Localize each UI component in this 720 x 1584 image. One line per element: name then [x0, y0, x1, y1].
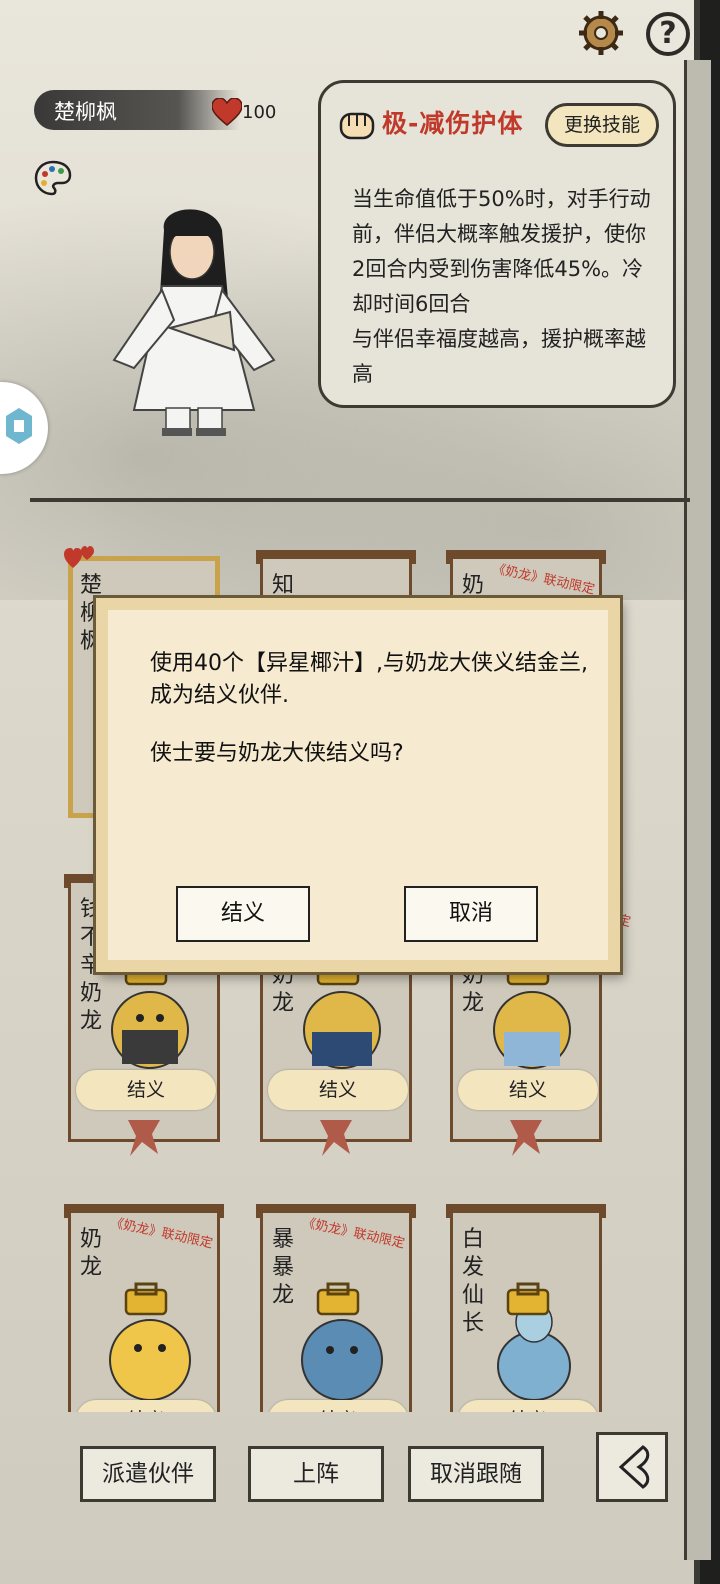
section-divider: [30, 498, 690, 502]
deploy-button[interactable]: 上阵: [248, 1446, 384, 1502]
lock-icon: [506, 1282, 550, 1316]
partner-card[interactable]: 暴暴龙 《奶龙》联动限定 结义: [256, 1204, 416, 1412]
character-name: 楚柳枫: [54, 100, 117, 124]
hero-portrait: [112, 209, 276, 436]
lock-icon: [316, 1282, 360, 1316]
partner-card[interactable]: 奶龙 《奶龙》联动限定 结义: [64, 1204, 224, 1412]
change-skill-button[interactable]: 更换技能: [545, 103, 659, 147]
skill-title: 极-减伤护体: [382, 109, 524, 138]
cancel-follow-button[interactable]: 取消跟随: [408, 1446, 544, 1502]
dialog-cancel-button[interactable]: 取消: [404, 886, 538, 942]
partner-list-scroll-area[interactable]: 奶龙 《奶龙》联动限定 结义 暴暴龙 《奶龙》联动限定 结义 白发仙长: [0, 1186, 694, 1412]
help-icon[interactable]: ?: [646, 12, 690, 56]
ribbon-icon: [510, 1120, 542, 1156]
heart-icon: [212, 98, 242, 126]
lock-icon: [124, 1282, 168, 1316]
sworn-brother-button[interactable]: 结义: [458, 1070, 598, 1110]
card-name: 知: [272, 573, 295, 598]
side-tab-icon: [6, 408, 32, 444]
sworn-brother-button[interactable]: 结义: [458, 1400, 598, 1412]
partner-card[interactable]: 白发仙长 结义: [446, 1204, 606, 1412]
hearts-icon: [64, 546, 94, 568]
dialog-question: 侠士要与奶龙大侠结义吗?: [150, 741, 404, 766]
card-name: 奶: [462, 573, 485, 598]
back-arrow-icon: [618, 1445, 650, 1489]
sworn-brother-button[interactable]: 结义: [268, 1070, 408, 1110]
sworn-brother-button[interactable]: 结义: [268, 1400, 408, 1412]
ribbon-icon: [320, 1120, 352, 1156]
hp-value: 100: [242, 102, 277, 123]
sworn-brother-button[interactable]: 结义: [76, 1400, 216, 1412]
skill-description: 当生命值低于50%时，对手行动前，伴侣大概率触发援护，使你2回合内受到伤害降低4…: [352, 187, 651, 386]
dispatch-partner-button[interactable]: 派遣伙伴: [80, 1446, 216, 1502]
dialog-message: 使用40个【异星椰汁】,与奶龙大侠义结金兰,成为结义伙伴.: [150, 651, 588, 708]
ribbon-icon: [128, 1120, 160, 1156]
settings-gear-icon[interactable]: [578, 10, 624, 56]
confirm-sworn-button[interactable]: 结义: [176, 886, 310, 942]
fist-icon: [339, 112, 375, 140]
palette-icon[interactable]: [34, 160, 72, 196]
sworn-brother-button[interactable]: 结义: [76, 1070, 216, 1110]
back-button[interactable]: [596, 1432, 668, 1502]
